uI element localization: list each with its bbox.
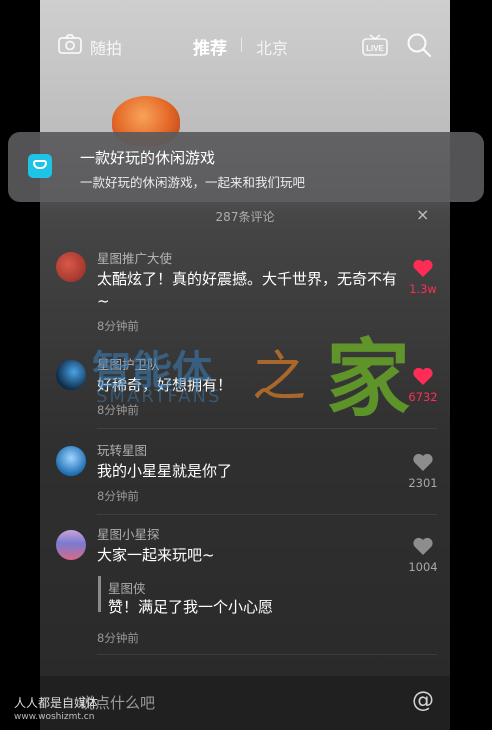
tab-recommend[interactable]: 推荐	[193, 34, 227, 59]
comment-time: 8分钟前	[97, 631, 139, 645]
live-label: LIVE	[366, 44, 384, 53]
comment-divider	[97, 514, 437, 515]
watermark-logo-zhi: 之	[252, 345, 306, 408]
notification-body: 一款好玩的休闲游戏，一起来和我们玩吧	[80, 175, 306, 190]
heart-icon[interactable]	[412, 536, 434, 556]
comment-author[interactable]: 玩转星图	[97, 440, 147, 459]
avatar[interactable]	[56, 530, 86, 560]
mention-at-icon[interactable]: @	[412, 688, 434, 713]
watermark-credit: 人人都是自媒体	[14, 696, 99, 710]
comment-author[interactable]: 星图小星探	[97, 524, 160, 543]
avatar[interactable]	[56, 446, 86, 476]
avatar[interactable]	[56, 360, 86, 390]
site-logo-watermark: 智能体 之 家 SMARTFANS	[92, 312, 422, 428]
camera-icon[interactable]	[58, 34, 82, 54]
close-icon[interactable]: ×	[416, 205, 429, 224]
like-count: 2301	[408, 476, 438, 490]
comment-text: 太酷炫了！真的好震撼。大千世界，无奇不有~	[97, 270, 398, 310]
push-notification[interactable]: 一款好玩的休闲游戏 一款好玩的休闲游戏，一起来和我们玩吧	[8, 132, 484, 202]
comment-author[interactable]: 星图推广大使	[97, 248, 172, 267]
camera-label[interactable]: 随拍	[90, 35, 122, 59]
reply-author[interactable]: 星图侠	[108, 578, 146, 597]
heart-icon[interactable]	[412, 258, 434, 278]
like-count: 1004	[408, 560, 438, 574]
comment-item: 星图小星探 大家一起来玩吧~ 星图侠 赞！满足了我一个小心愿 8分钟前 1004	[40, 524, 450, 654]
live-tv-icon[interactable]: LIVE	[362, 34, 388, 56]
comment-item: 玩转星图 我的小星星就是你了 8分钟前 2301	[40, 440, 450, 510]
comment-count: 287条评论	[215, 210, 275, 224]
watermark-url: www.woshizmt.cn	[14, 712, 95, 722]
comment-text: 大家一起来玩吧~	[97, 546, 215, 564]
heart-icon[interactable]	[412, 452, 434, 472]
reply-indicator	[98, 576, 101, 612]
app-message-icon	[28, 154, 52, 178]
reply-text: 赞！满足了我一个小心愿	[108, 598, 274, 616]
comment-input-bar[interactable]: 说点什么吧 @	[40, 676, 450, 730]
watermark-logo-jia: 家	[326, 329, 411, 428]
avatar[interactable]	[56, 252, 86, 282]
comment-text: 我的小星星就是你了	[97, 462, 233, 480]
comments-panel: 287条评论 × 星图推广大使 太酷炫了！真的好震撼。大千世界，无奇不有~ 8分…	[40, 202, 450, 730]
like-count: 1.3w	[409, 282, 437, 296]
watermark-logo-en: SMARTFANS	[96, 386, 222, 407]
comment-divider	[97, 654, 437, 655]
notification-title: 一款好玩的休闲游戏	[80, 149, 216, 167]
tab-divider	[241, 38, 242, 52]
top-navigation: 随拍 推荐 北京 LIVE	[40, 26, 450, 66]
comment-time: 8分钟前	[97, 489, 139, 503]
search-icon[interactable]	[406, 32, 432, 58]
tab-city[interactable]: 北京	[256, 35, 288, 59]
